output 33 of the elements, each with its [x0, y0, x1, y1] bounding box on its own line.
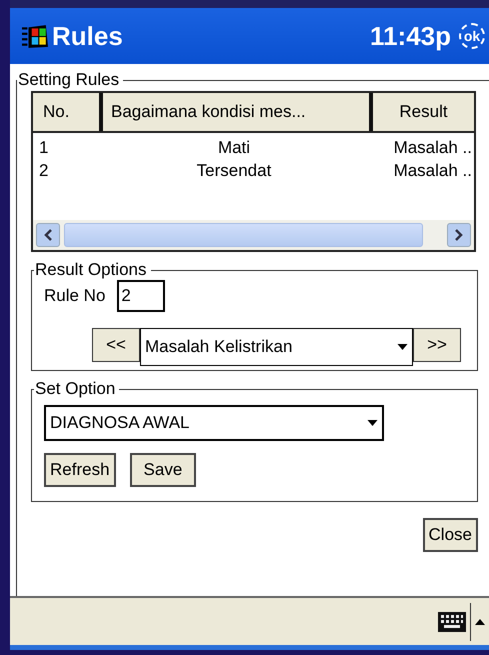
close-button[interactable]: Close	[422, 518, 478, 552]
horizontal-scrollbar[interactable]	[33, 220, 474, 250]
windows-flag-icon[interactable]	[22, 23, 48, 49]
group-title: Set Option	[34, 379, 116, 399]
dropdown[interactable]: Masalah Kelistrikan	[140, 328, 413, 366]
window-title: Rules	[52, 20, 124, 52]
table-cell-text: Masalah ..	[392, 137, 473, 159]
table-cell-text: Tersendat	[196, 160, 272, 182]
dropdown[interactable]: DIAGNOSA AWAL	[44, 405, 384, 441]
input-field[interactable]: 2	[117, 280, 166, 312]
clock-time: 11:43p	[370, 20, 451, 52]
previous-button[interactable]: <<	[92, 328, 140, 362]
column-header[interactable]: Bagaimana kondisi mes...	[99, 93, 369, 131]
dropdown-arrow-icon	[367, 420, 378, 426]
ok-button[interactable]: ok	[459, 23, 485, 49]
scroll-right-icon[interactable]	[447, 223, 471, 247]
dropdown-arrow-icon	[397, 344, 408, 350]
keyboard-icon[interactable]	[438, 612, 466, 632]
save-button[interactable]: Save	[130, 453, 196, 487]
table-cell-text: 2	[38, 160, 50, 182]
table-cell-text: 1	[38, 137, 50, 159]
column-header[interactable]: No.	[33, 93, 99, 131]
scroll-thumb[interactable]	[64, 223, 423, 247]
field-label: Rule No	[44, 286, 106, 306]
group-title: Setting Rules	[17, 70, 120, 90]
column-header[interactable]: Result	[369, 93, 474, 131]
table-cell-text: Masalah ..	[392, 160, 473, 182]
next-button[interactable]: >>	[413, 328, 461, 362]
scroll-left-icon[interactable]	[36, 223, 60, 247]
table-cell-text: Mati	[216, 137, 252, 159]
caret-up-icon[interactable]	[475, 618, 485, 624]
group-title: Result Options	[34, 260, 148, 280]
refresh-button[interactable]: Refresh	[44, 453, 116, 487]
